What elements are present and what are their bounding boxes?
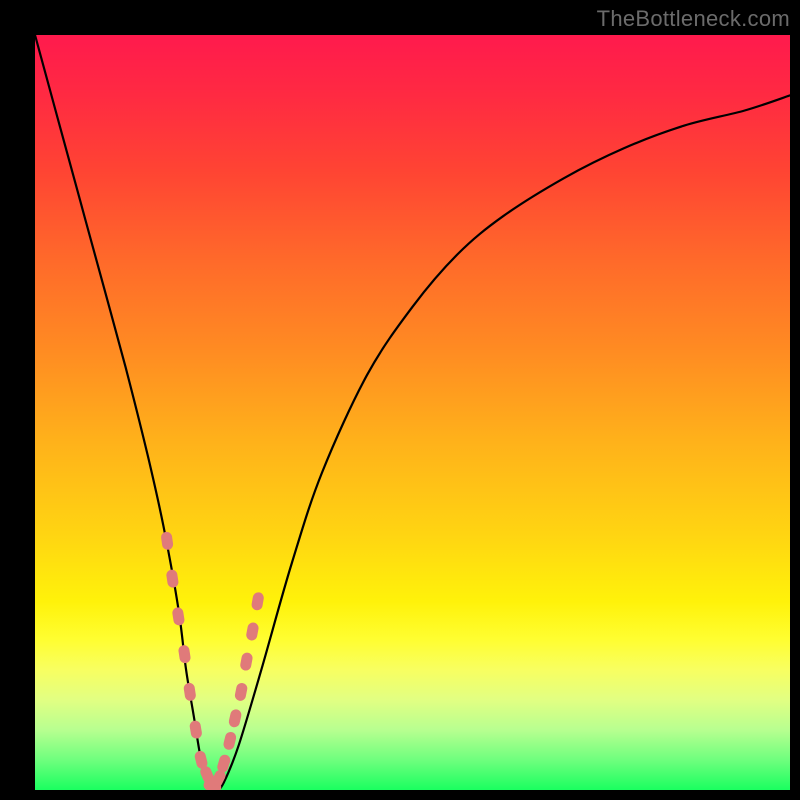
plot-area (35, 35, 790, 790)
marker-dot (178, 644, 192, 663)
marker-dot (234, 682, 248, 702)
marker-dot (189, 720, 203, 740)
outer-frame: TheBottleneck.com (0, 0, 800, 800)
marker-dot (222, 731, 237, 751)
marker-group (160, 531, 264, 790)
marker-dot (245, 622, 259, 642)
marker-dot (172, 607, 186, 627)
curve-layer (35, 35, 790, 790)
marker-dot (239, 652, 253, 672)
bottleneck-curve (35, 35, 790, 790)
marker-dot (251, 591, 265, 611)
marker-dot (228, 708, 243, 728)
marker-dot (160, 531, 173, 550)
watermark-text: TheBottleneck.com (597, 6, 790, 32)
marker-dot (183, 682, 197, 701)
marker-dot (166, 569, 180, 588)
